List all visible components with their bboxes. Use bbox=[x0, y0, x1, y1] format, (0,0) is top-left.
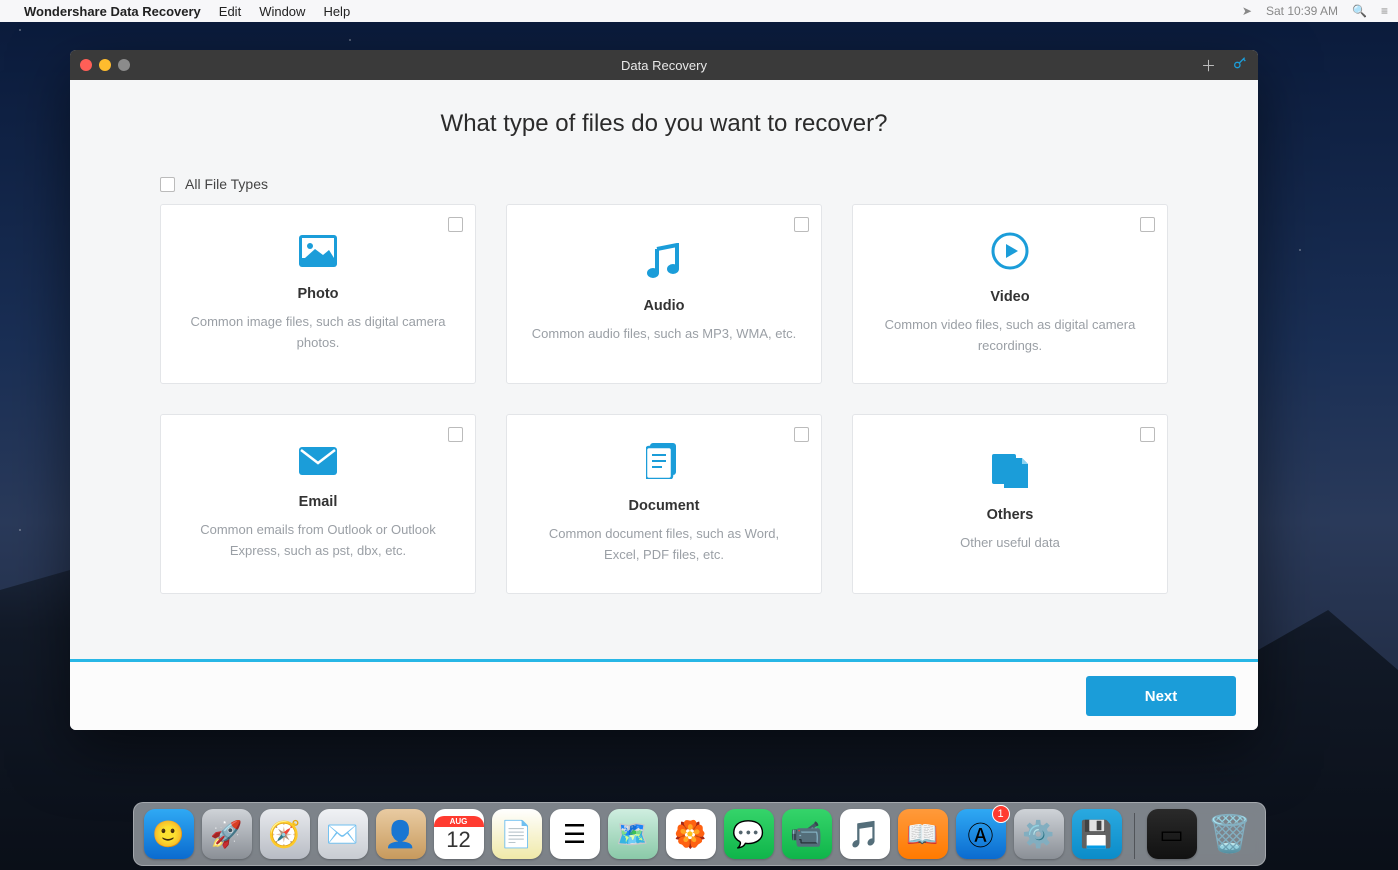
menubar-app-name[interactable]: Wondershare Data Recovery bbox=[24, 4, 201, 19]
email-icon bbox=[299, 447, 337, 480]
dock-item-contacts[interactable]: 👤 bbox=[376, 809, 426, 859]
calendar-day-label: 12 bbox=[446, 827, 470, 853]
all-file-types-label: All File Types bbox=[185, 176, 268, 192]
dock-item-mail[interactable]: ✉️ bbox=[318, 809, 368, 859]
card-others-title: Others bbox=[987, 507, 1034, 523]
titlebar-key-icon[interactable] bbox=[1232, 55, 1248, 76]
card-audio[interactable]: Audio Common audio files, such as MP3, W… bbox=[506, 204, 822, 384]
menubar-window[interactable]: Window bbox=[259, 4, 305, 19]
menubar-help[interactable]: Help bbox=[323, 4, 350, 19]
card-email-desc: Common emails from Outlook or Outlook Ex… bbox=[185, 520, 451, 560]
page-heading: What type of files do you want to recove… bbox=[160, 110, 1168, 138]
card-video-title: Video bbox=[990, 289, 1029, 305]
card-others-checkbox[interactable] bbox=[1140, 427, 1155, 442]
window-title: Data Recovery bbox=[70, 58, 1258, 73]
card-photo-checkbox[interactable] bbox=[448, 217, 463, 232]
close-window-button[interactable] bbox=[80, 59, 92, 71]
calendar-month-label: AUG bbox=[434, 816, 484, 827]
dock-separator bbox=[1134, 813, 1135, 859]
macos-menubar: Wondershare Data Recovery Edit Window He… bbox=[0, 0, 1398, 22]
dock-item-reminders[interactable]: ☰ bbox=[550, 809, 600, 859]
dock-item-photos[interactable]: 🏵️ bbox=[666, 809, 716, 859]
audio-icon bbox=[647, 243, 681, 284]
photo-icon bbox=[299, 235, 337, 272]
all-file-types-checkbox[interactable] bbox=[160, 177, 175, 192]
window-body: What type of files do you want to recove… bbox=[70, 80, 1258, 659]
dock-item-trash[interactable]: 🗑️ bbox=[1205, 809, 1255, 859]
menubar-edit[interactable]: Edit bbox=[219, 4, 241, 19]
card-document-checkbox[interactable] bbox=[794, 427, 809, 442]
menubar-cursor-icon[interactable]: ➤ bbox=[1242, 4, 1252, 18]
dock-badge: 1 bbox=[992, 805, 1010, 823]
dock-item-notes[interactable]: 📄 bbox=[492, 809, 542, 859]
card-audio-title: Audio bbox=[643, 298, 684, 314]
app-window: Data Recovery ＋ What type of files do yo… bbox=[70, 50, 1258, 730]
dock-item-maps[interactable]: 🗺️ bbox=[608, 809, 658, 859]
card-photo-desc: Common image files, such as digital came… bbox=[185, 312, 451, 352]
dock-item-preferences[interactable]: ⚙️ bbox=[1014, 809, 1064, 859]
card-others[interactable]: Others Other useful data bbox=[852, 414, 1168, 594]
next-button[interactable]: Next bbox=[1086, 676, 1236, 716]
dock-item-finder[interactable]: 🙂 bbox=[144, 809, 194, 859]
file-type-cards-grid: Photo Common image files, such as digita… bbox=[160, 204, 1168, 594]
dock-item-facetime[interactable]: 📹 bbox=[782, 809, 832, 859]
dock-item-app-store[interactable]: Ⓐ1 bbox=[956, 809, 1006, 859]
dock-item-safari[interactable]: 🧭 bbox=[260, 809, 310, 859]
dock-item-messages[interactable]: 💬 bbox=[724, 809, 774, 859]
dock-item-launchpad[interactable]: 🚀 bbox=[202, 809, 252, 859]
window-traffic-lights bbox=[80, 59, 130, 71]
dock: 🙂🚀🧭✉️👤AUG12📄☰🗺️🏵️💬📹🎵📖Ⓐ1⚙️💾▭🗑️ bbox=[133, 802, 1266, 866]
menubar-notifications-icon[interactable]: ≡ bbox=[1381, 4, 1388, 18]
card-email[interactable]: Email Common emails from Outlook or Outl… bbox=[160, 414, 476, 594]
zoom-window-button[interactable] bbox=[118, 59, 130, 71]
dock-item-desktop-preview[interactable]: ▭ bbox=[1147, 809, 1197, 859]
window-footer: Next bbox=[70, 659, 1258, 730]
card-video-desc: Common video files, such as digital came… bbox=[877, 315, 1143, 355]
video-icon bbox=[991, 232, 1029, 275]
card-photo-title: Photo bbox=[297, 286, 338, 302]
dock-item-wondershare-data-recovery[interactable]: 💾 bbox=[1072, 809, 1122, 859]
dock-item-ibooks[interactable]: 📖 bbox=[898, 809, 948, 859]
card-video[interactable]: Video Common video files, such as digita… bbox=[852, 204, 1168, 384]
card-email-checkbox[interactable] bbox=[448, 427, 463, 442]
others-icon bbox=[992, 454, 1028, 493]
card-document[interactable]: Document Common document files, such as … bbox=[506, 414, 822, 594]
card-others-desc: Other useful data bbox=[960, 533, 1060, 553]
dock-container: 🙂🚀🧭✉️👤AUG12📄☰🗺️🏵️💬📹🎵📖Ⓐ1⚙️💾▭🗑️ bbox=[0, 802, 1398, 866]
card-photo[interactable]: Photo Common image files, such as digita… bbox=[160, 204, 476, 384]
card-document-title: Document bbox=[629, 498, 700, 514]
dock-item-itunes[interactable]: 🎵 bbox=[840, 809, 890, 859]
card-audio-desc: Common audio files, such as MP3, WMA, et… bbox=[532, 324, 796, 344]
document-icon bbox=[646, 443, 682, 484]
titlebar-add-icon[interactable]: ＋ bbox=[1201, 55, 1216, 76]
card-document-desc: Common document files, such as Word, Exc… bbox=[531, 524, 797, 564]
card-email-title: Email bbox=[299, 494, 338, 510]
window-titlebar[interactable]: Data Recovery ＋ bbox=[70, 50, 1258, 80]
minimize-window-button[interactable] bbox=[99, 59, 111, 71]
all-file-types-row[interactable]: All File Types bbox=[160, 176, 1168, 192]
card-video-checkbox[interactable] bbox=[1140, 217, 1155, 232]
card-audio-checkbox[interactable] bbox=[794, 217, 809, 232]
menubar-spotlight-icon[interactable]: 🔍 bbox=[1352, 4, 1367, 18]
menubar-clock[interactable]: Sat 10:39 AM bbox=[1266, 4, 1338, 18]
dock-item-calendar[interactable]: AUG12 bbox=[434, 809, 484, 859]
